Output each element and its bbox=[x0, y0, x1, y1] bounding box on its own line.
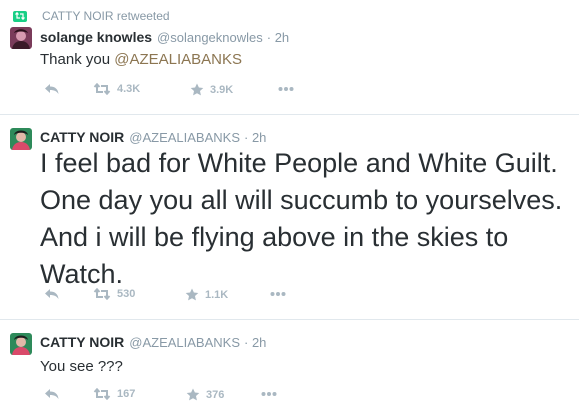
retweet-icon bbox=[93, 388, 111, 400]
retweet-count: 167 bbox=[117, 388, 136, 400]
retweet-button[interactable]: 4.3K bbox=[93, 83, 140, 95]
favorite-count: 376 bbox=[206, 388, 225, 401]
retweeted-by-label: CATTY NOIR retweeted bbox=[42, 9, 170, 23]
retweet-icon bbox=[93, 83, 111, 95]
more-icon bbox=[278, 86, 294, 92]
display-name[interactable]: CATTY NOIR bbox=[40, 129, 124, 145]
reply-button[interactable] bbox=[44, 388, 60, 400]
retweet-icon bbox=[13, 10, 27, 22]
tweet-text: I feel bad for White People and White Gu… bbox=[40, 145, 570, 293]
tweet-1[interactable]: CATTY NOIR retweeted solange knowles @so… bbox=[0, 0, 579, 114]
retweet-button[interactable]: 530 bbox=[93, 288, 135, 300]
retweet-count: 4.3K bbox=[117, 83, 141, 95]
favorite-count: 1.1K bbox=[205, 288, 229, 301]
tweet-text-line: I feel bad for White People and White Gu… bbox=[40, 148, 558, 178]
favorite-icon bbox=[190, 83, 204, 96]
tweet-text: Thank you @AZEALIABANKS bbox=[40, 51, 242, 68]
display-name[interactable]: CATTY NOIR bbox=[40, 334, 124, 350]
reply-icon bbox=[44, 83, 60, 95]
mention-link[interactable]: @AZEALIABANKS bbox=[114, 51, 242, 68]
tweet-header: CATTY NOIR @AZEALIABANKS · 2h bbox=[40, 334, 266, 350]
tweet-text-prefix: Thank you bbox=[40, 51, 115, 68]
avatar[interactable] bbox=[10, 333, 32, 355]
avatar[interactable] bbox=[10, 27, 32, 49]
more-button[interactable] bbox=[261, 391, 277, 397]
more-button[interactable] bbox=[278, 86, 294, 92]
retweet-button[interactable]: 167 bbox=[93, 388, 135, 400]
retweet-count: 530 bbox=[117, 288, 136, 300]
timestamp[interactable]: · 2h bbox=[267, 30, 289, 45]
handle[interactable]: @AZEALIABANKS bbox=[129, 335, 240, 350]
tweet-text: You see ??? bbox=[40, 358, 123, 375]
favorite-button[interactable]: 3.9K bbox=[190, 83, 233, 96]
reply-icon bbox=[44, 288, 60, 300]
favorite-button[interactable]: 376 bbox=[186, 388, 224, 401]
more-button[interactable] bbox=[270, 291, 286, 297]
tweet-header: CATTY NOIR @AZEALIABANKS · 2h bbox=[40, 129, 266, 145]
timestamp[interactable]: · 2h bbox=[244, 130, 266, 145]
display-name[interactable]: solange knowles bbox=[40, 29, 152, 45]
favorite-button[interactable]: 1.1K bbox=[185, 288, 228, 301]
retweet-icon bbox=[93, 288, 111, 300]
tweet-text-line: And i will be flying above in the skies … bbox=[40, 222, 509, 252]
reply-button[interactable] bbox=[44, 288, 60, 300]
reply-button[interactable] bbox=[44, 83, 60, 95]
tweet-text-line: One day you all will succumb to yourselv… bbox=[40, 185, 563, 215]
retweet-context: CATTY NOIR retweeted bbox=[13, 8, 170, 24]
tweet-2[interactable]: CATTY NOIR @AZEALIABANKS · 2h I feel bad… bbox=[0, 115, 579, 319]
handle[interactable]: @solangeknowles bbox=[157, 30, 263, 45]
more-icon bbox=[270, 291, 286, 297]
reply-icon bbox=[44, 388, 60, 400]
tweet-header: solange knowles @solangeknowles · 2h bbox=[40, 29, 289, 45]
avatar[interactable] bbox=[10, 128, 32, 150]
favorite-count: 3.9K bbox=[210, 83, 234, 96]
more-icon bbox=[261, 391, 277, 397]
tweet-3[interactable]: CATTY NOIR @AZEALIABANKS · 2h You see ??… bbox=[0, 320, 579, 413]
favorite-icon bbox=[186, 388, 200, 401]
favorite-icon bbox=[185, 288, 199, 301]
handle[interactable]: @AZEALIABANKS bbox=[129, 130, 240, 145]
timestamp[interactable]: · 2h bbox=[244, 335, 266, 350]
